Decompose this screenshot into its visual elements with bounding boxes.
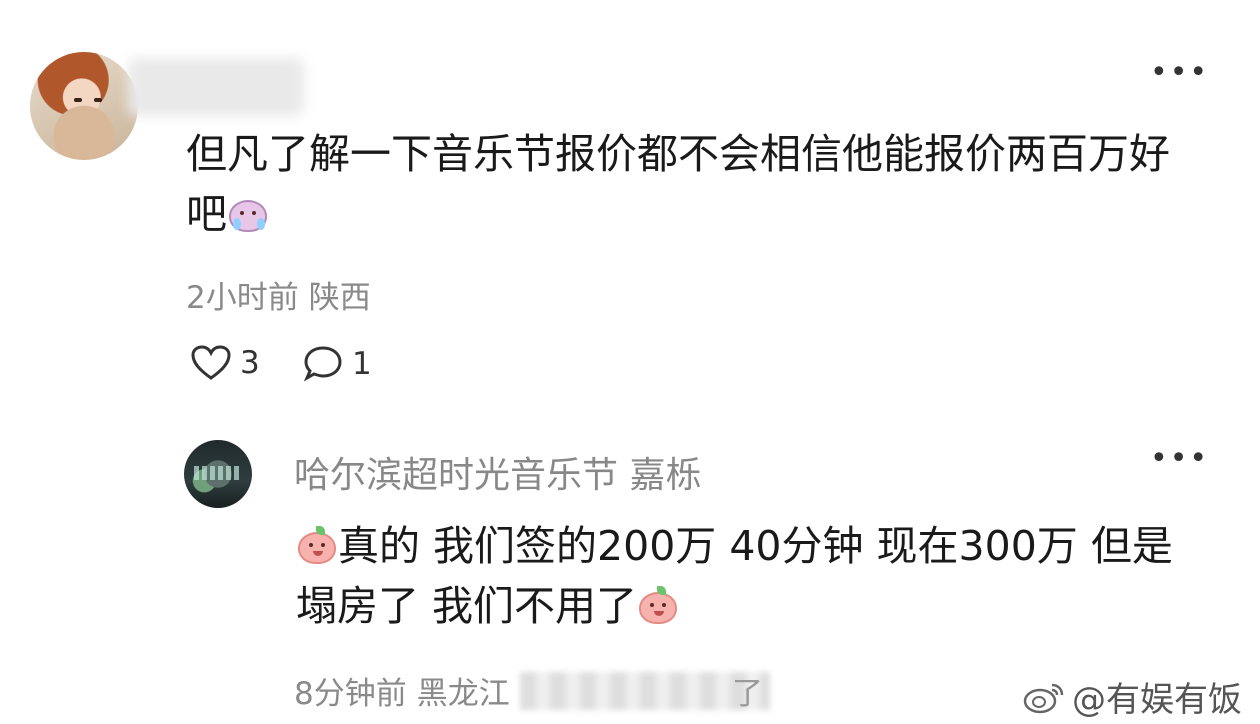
reply-body: 真的 我们签的200万 40分钟 现在300万 但是塌房了 我们不用了 [296, 522, 1173, 630]
heart-icon [191, 345, 231, 380]
avatar-eye [74, 98, 82, 102]
like-button[interactable]: 3 [190, 344, 260, 382]
reply-count: 1 [352, 346, 372, 382]
peach-emoji-icon [296, 526, 338, 566]
reply-button[interactable]: 1 [302, 344, 372, 384]
avatar-eye [94, 98, 102, 102]
main-avatar[interactable] [30, 52, 138, 160]
reply-meta: 8分钟前 黑龙江 [294, 668, 510, 713]
comment-bubble-icon [303, 346, 342, 382]
reply-time: 8分钟前 [294, 676, 407, 712]
more-dots-icon[interactable]: ••• [1150, 58, 1209, 88]
more-dots-icon[interactable]: ••• [1150, 444, 1209, 474]
main-comment-body: 但凡了解一下音乐节报价都不会相信他能报价两百万好吧 [186, 130, 1170, 238]
weibo-logo-icon [1023, 683, 1064, 713]
avatar-logo [194, 466, 242, 480]
reply-avatar[interactable] [184, 440, 252, 508]
main-comment-location: 陕西 [308, 280, 371, 316]
crying-emoji-icon [227, 194, 269, 234]
reply-text: 真的 我们签的200万 40分钟 现在300万 但是塌房了 我们不用了 [296, 516, 1196, 636]
watermark-text: @有娱有饭 [1072, 680, 1242, 720]
main-comment-text: 但凡了解一下音乐节报价都不会相信他能报价两百万好吧 [186, 124, 1206, 244]
reply-author[interactable]: 哈尔滨超时光音乐节 嘉栎 [294, 446, 701, 498]
like-count: 3 [240, 345, 260, 381]
blurred-username [128, 58, 304, 116]
peach-emoji-icon [637, 586, 679, 626]
watermark: @有娱有饭 [1022, 672, 1242, 721]
main-comment-time: 2小时前 [186, 280, 299, 316]
main-comment-meta: 2小时前 陕西 [186, 272, 371, 317]
reply-trailing-char: 了 [732, 676, 763, 712]
reply-location: 黑龙江 [416, 676, 510, 712]
